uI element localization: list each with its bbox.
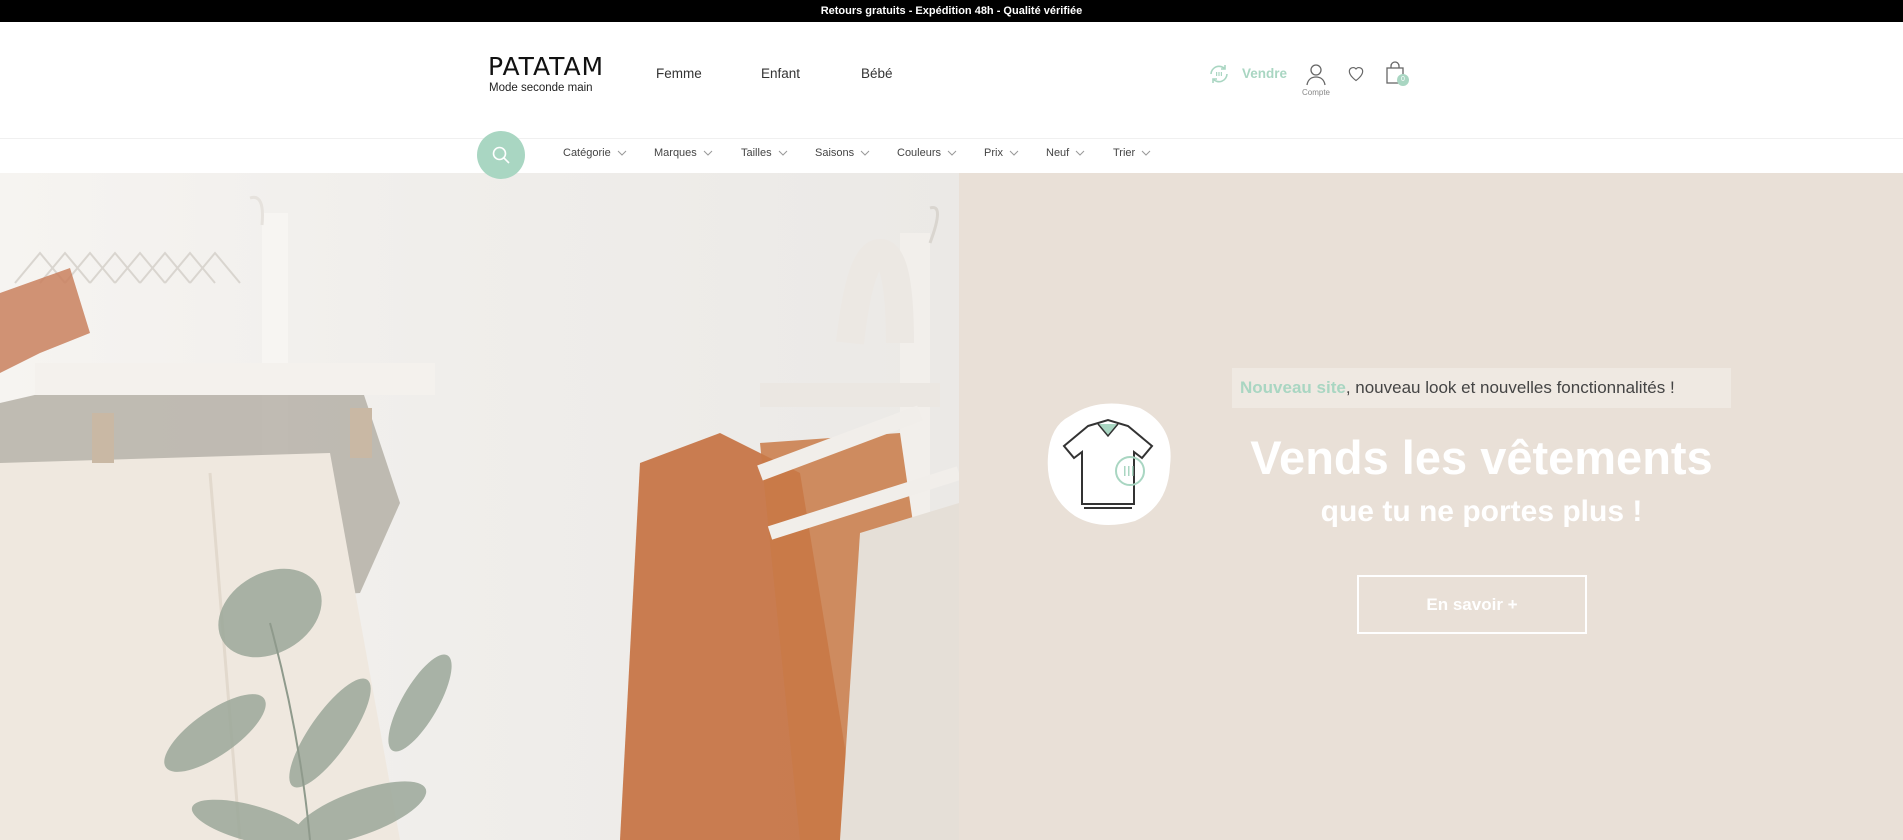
filter-trier[interactable]: Trier <box>1113 147 1151 159</box>
intro-text: , nouveau look et nouvelles fonctionnali… <box>1345 378 1675 397</box>
filter-label: Prix <box>984 147 1003 159</box>
recycle-icon[interactable] <box>1207 62 1231 86</box>
nav-item-femme[interactable]: Femme <box>656 66 702 81</box>
chevron-down-icon <box>947 150 957 156</box>
brand-tagline: Mode seconde main <box>489 82 593 94</box>
cart-count-badge: 0 <box>1397 74 1409 86</box>
chevron-down-icon <box>1141 150 1151 156</box>
filter-label: Saisons <box>815 147 855 159</box>
hero-title: Vends les vêtements <box>1250 431 1713 484</box>
user-icon <box>1306 64 1326 86</box>
account-label: Compte <box>1301 88 1330 97</box>
brand-name: PATATAM <box>488 52 605 81</box>
filter-marques[interactable]: Marques <box>654 147 713 159</box>
filter-saisons[interactable]: Saisons <box>815 147 870 159</box>
filter-tailles[interactable]: Tailles <box>741 147 788 159</box>
chevron-down-icon <box>703 150 713 156</box>
nav-item-bebe[interactable]: Bébé <box>861 66 893 81</box>
chevron-down-icon <box>860 150 870 156</box>
sell-link[interactable]: Vendre <box>1242 66 1287 81</box>
nav-item-enfant[interactable]: Enfant <box>761 66 800 81</box>
chevron-down-icon <box>1075 150 1085 156</box>
clothing-rack-illustration <box>0 195 959 840</box>
intro-highlight: Nouveau site <box>1240 378 1346 397</box>
filter-couleurs[interactable]: Couleurs <box>897 147 957 159</box>
hero-image <box>0 173 959 840</box>
account-button[interactable]: Compte <box>1300 62 1332 100</box>
chevron-down-icon <box>778 150 787 156</box>
chevron-down-icon <box>617 150 627 156</box>
filter-label: Catégorie <box>563 147 611 159</box>
filter-label: Tailles <box>741 147 772 159</box>
filter-label: Marques <box>654 147 697 159</box>
search-button[interactable] <box>477 131 525 179</box>
heart-icon[interactable] <box>1346 63 1366 83</box>
site-header: PATATAM Mode seconde main Femme Enfant B… <box>0 22 1903 138</box>
brand-logo[interactable]: PATATAM Mode seconde main <box>488 54 618 94</box>
filter-label: Couleurs <box>897 147 942 159</box>
hero-intro-banner: Nouveau site, nouveau look et nouvelles … <box>1232 368 1731 408</box>
announcement-text: Retours gratuits - Expédition 48h - Qual… <box>820 5 1083 17</box>
announcement-bar: Retours gratuits - Expédition 48h - Qual… <box>0 0 1903 22</box>
hero-subtitle: que tu ne portes plus ! <box>1320 495 1643 528</box>
filter-categorie[interactable]: Catégorie <box>563 147 627 159</box>
chevron-down-icon <box>1009 150 1019 156</box>
filter-label: Neuf <box>1046 147 1070 159</box>
learn-more-button[interactable]: En savoir + <box>1357 575 1587 634</box>
cart-button[interactable]: 0 <box>1385 61 1411 89</box>
filter-label: Trier <box>1113 147 1136 159</box>
filter-neuf[interactable]: Neuf <box>1046 147 1085 159</box>
search-icon <box>492 146 510 164</box>
filter-prix[interactable]: Prix <box>984 147 1019 159</box>
shirt-recycle-icon <box>1047 403 1171 525</box>
